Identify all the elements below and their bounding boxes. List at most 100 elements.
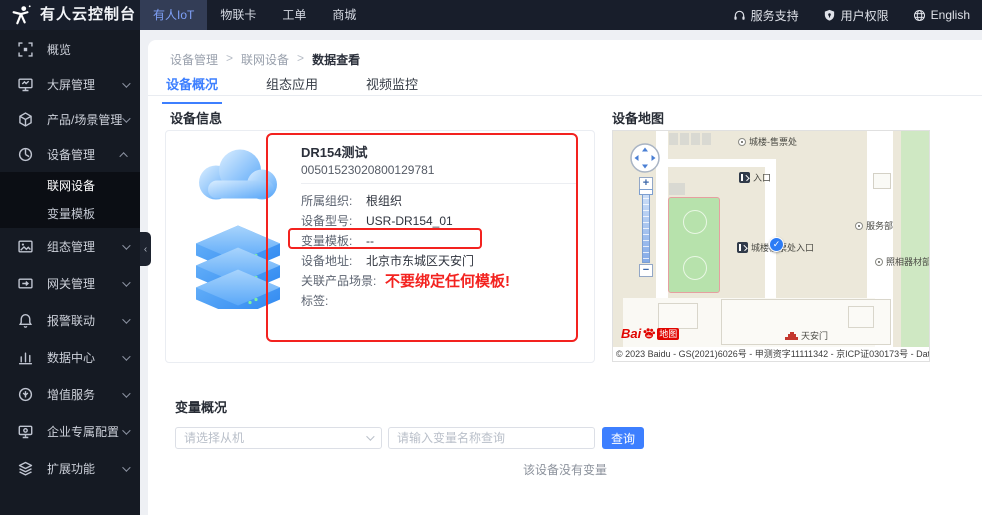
language-switch[interactable]: English xyxy=(913,8,970,22)
sidebar-label: 报警联动 xyxy=(47,314,96,328)
scada-icon xyxy=(18,240,33,253)
shield-icon xyxy=(824,9,834,21)
poi-service-dept: 服务部 xyxy=(855,219,893,232)
top-nav-work-order[interactable]: 工单 xyxy=(269,0,319,30)
map-copyright: © 2023 Baidu - GS(2021)6026号 - 甲测资字11111… xyxy=(613,347,929,361)
poi-dot-icon xyxy=(738,137,746,146)
globe-icon xyxy=(913,9,925,21)
sidebar-item-overview[interactable]: 概览 xyxy=(0,32,140,67)
baidu-map[interactable]: 城楼-售票处 入口 服务部 城楼检票处入口 ✓ 照相器材部 天安门 xyxy=(612,130,930,362)
breadcrumb-separator: > xyxy=(226,51,234,65)
map-pan-control[interactable] xyxy=(629,142,661,174)
tab-video-monitor[interactable]: 视频监控 xyxy=(362,74,422,104)
map-zoom-slider[interactable] xyxy=(642,191,650,263)
language-label: English xyxy=(930,8,970,22)
service-support[interactable]: 服务支持 xyxy=(733,7,799,24)
sidebar-subitem-networked-devices[interactable]: 联网设备 xyxy=(0,172,140,200)
chevron-down-icon xyxy=(122,240,131,250)
gateway-icon xyxy=(18,278,33,289)
poi-camera-equipment: 照相器材部 xyxy=(875,255,929,268)
device-serial: 00501523020800129781 xyxy=(301,163,435,177)
sidebar-label: 扩展功能 xyxy=(47,462,96,476)
sidebar: 概览 大屏管理 产品/场景管理 设备管理 联网设备 变量模板 组态管理 网关管理… xyxy=(0,30,140,515)
sidebar-item-alarm-linkage[interactable]: 报警联动 xyxy=(0,302,140,339)
chevron-down-icon xyxy=(122,277,131,287)
tab-scada-app[interactable]: 组态应用 xyxy=(262,74,322,104)
map-green-area xyxy=(901,131,929,349)
breadcrumb-separator: > xyxy=(297,51,305,65)
app-title: 有人云控制台 xyxy=(40,6,137,23)
device-name: DR154测试 xyxy=(301,145,368,160)
slave-select[interactable]: 请选择从机 xyxy=(175,427,382,449)
map-basketball-court xyxy=(668,197,720,293)
detail-tabs: 设备概况 组态应用 视频监控 xyxy=(162,74,422,104)
query-button[interactable]: 查询 xyxy=(602,427,644,449)
sidebar-item-value-added-services[interactable]: 增值服务 xyxy=(0,376,140,413)
poi-entrance: 入口 xyxy=(739,171,771,184)
tiananmen-icon xyxy=(785,331,798,340)
layers-icon xyxy=(18,461,33,476)
field-model: 设备型号: USR-DR154_01 xyxy=(301,214,453,228)
sidebar-label: 增值服务 xyxy=(47,388,96,402)
chevron-down-icon xyxy=(122,314,131,324)
usr-logo-icon[interactable] xyxy=(10,4,32,26)
sidebar-item-screen-mgmt[interactable]: 大屏管理 xyxy=(0,67,140,102)
sidebar-item-product-mgmt[interactable]: 产品/场景管理 xyxy=(0,102,140,137)
sidebar-label: 大屏管理 xyxy=(47,78,96,92)
top-nav-usr-iot[interactable]: 有人IoT xyxy=(140,0,208,30)
chevron-down-icon xyxy=(122,78,131,88)
field-organization: 所属组织: 根组织 xyxy=(301,194,403,208)
service-support-label: 服务支持 xyxy=(750,8,799,23)
variable-search-input[interactable] xyxy=(388,427,595,449)
device-location-marker[interactable]: ✓ xyxy=(769,237,784,252)
divider xyxy=(301,183,577,184)
tab-device-overview[interactable]: 设备概况 xyxy=(162,74,223,104)
sidebar-label: 概览 xyxy=(47,43,72,57)
field-tags: 标签: xyxy=(301,294,329,308)
enterprise-icon xyxy=(18,425,33,439)
baidu-map-word: 地图 xyxy=(657,328,680,340)
chevron-down-icon xyxy=(366,432,375,441)
baidu-paw-icon: du xyxy=(643,328,656,339)
sidebar-item-gateway-mgmt[interactable]: 网关管理 xyxy=(0,265,140,302)
empty-state-text: 该设备没有变量 xyxy=(522,463,607,477)
gate-icon xyxy=(737,242,748,253)
user-permission-label: 用户权限 xyxy=(840,8,889,23)
sidebar-item-scada-mgmt[interactable]: 组态管理 xyxy=(0,228,140,265)
sidebar-label: 产品/场景管理 xyxy=(47,113,123,127)
top-nav: 有人IoT 物联卡 工单 商城 xyxy=(140,0,369,30)
chevron-down-icon xyxy=(122,462,131,472)
poi-dot-icon xyxy=(855,221,863,230)
user-permission[interactable]: 用户权限 xyxy=(823,7,889,24)
headset-icon xyxy=(734,10,745,20)
poi-dot-icon xyxy=(875,257,883,266)
poi-tiananmen: 天安门 xyxy=(785,329,828,342)
alarm-bell-icon xyxy=(18,314,33,328)
variables-title: 变量概况 xyxy=(175,400,228,415)
sidebar-item-device-mgmt[interactable]: 设备管理 xyxy=(0,137,140,172)
vas-icon xyxy=(18,387,33,402)
breadcrumb-device-mgmt[interactable]: 设备管理 xyxy=(170,51,218,68)
map-road xyxy=(668,159,776,167)
field-address: 设备地址: 北京市东城区天安门 xyxy=(301,254,475,268)
device-fields: 所属组织: 根组织 设备型号: USR-DR154_01 变量模板: -- 设备地址:… xyxy=(301,191,474,311)
sidebar-label: 设备管理 xyxy=(47,148,96,162)
baidu-logo: Bai du 地图 xyxy=(621,326,680,341)
breadcrumb-data-view: 数据查看 xyxy=(312,53,361,67)
map-zoom-out-button[interactable]: − xyxy=(639,264,653,277)
top-nav-iot-card[interactable]: 物联卡 xyxy=(207,0,269,30)
map-zoom-slider-handle[interactable] xyxy=(639,189,653,195)
sidebar-collapse-handle[interactable]: ‹ xyxy=(140,232,151,266)
sidebar-subitem-variable-template[interactable]: 变量模板 xyxy=(0,200,140,228)
bar-chart-icon xyxy=(18,352,33,365)
sidebar-item-enterprise-config[interactable]: 企业专属配置 xyxy=(0,413,140,450)
sidebar-item-data-center[interactable]: 数据中心 xyxy=(0,339,140,376)
baidu-logo-text: Bai xyxy=(621,326,642,341)
breadcrumb-networked-devices[interactable]: 联网设备 xyxy=(241,51,289,68)
sidebar-label: 数据中心 xyxy=(47,351,96,365)
top-nav-mall[interactable]: 商城 xyxy=(319,0,369,30)
svg-text:du: du xyxy=(647,333,652,338)
device-map-title: 设备地图 xyxy=(612,111,665,126)
sidebar-item-extensions[interactable]: 扩展功能 xyxy=(0,450,140,487)
overview-icon xyxy=(18,42,33,57)
